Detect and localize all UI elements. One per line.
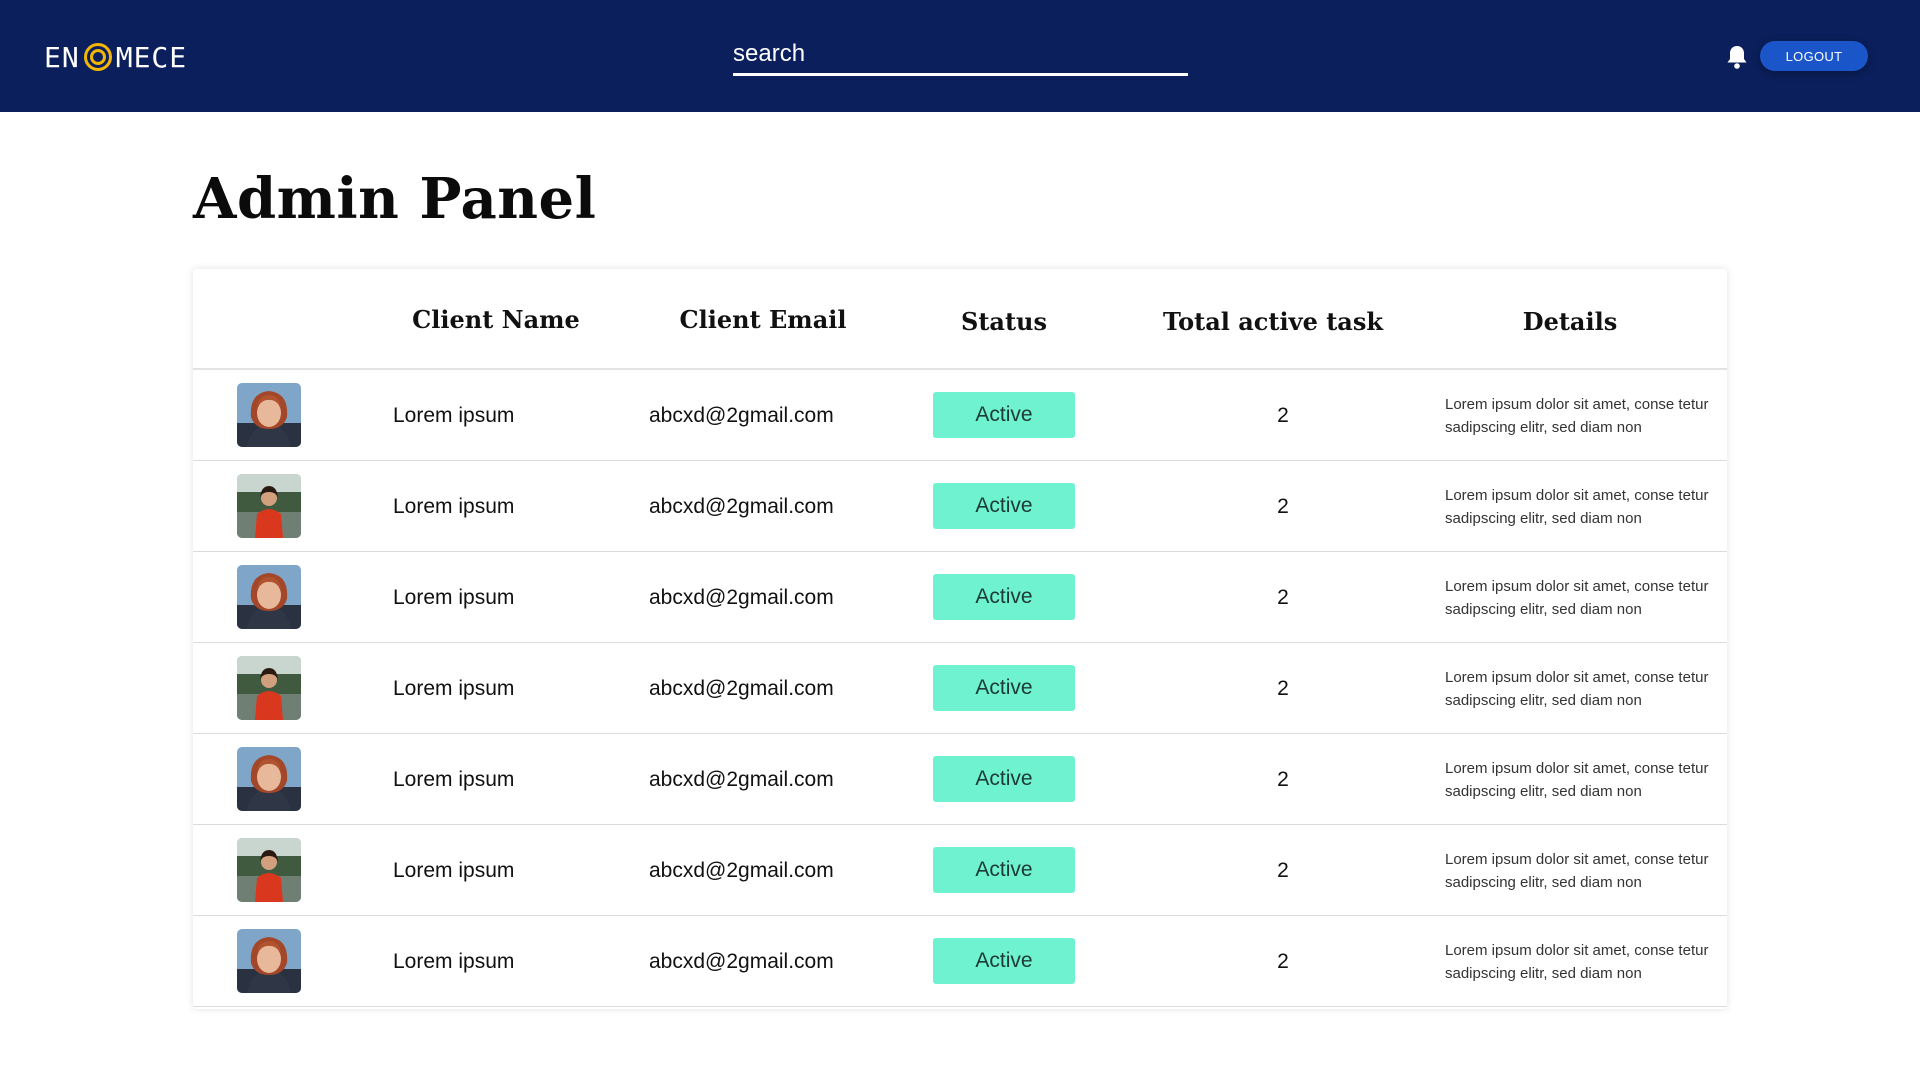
clients-table: Client Name Client Email Status Total ac… bbox=[193, 269, 1727, 1009]
client-details: Lorem ipsum dolor sit amet, conse tetur … bbox=[1445, 759, 1709, 800]
brand-logo[interactable]: EN MECE bbox=[44, 40, 187, 74]
logout-button[interactable]: LOGOUT bbox=[1760, 41, 1868, 71]
status-badge: Active bbox=[933, 392, 1075, 438]
client-details: Lorem ipsum dolor sit amet, conse tetur … bbox=[1445, 941, 1709, 982]
table-row[interactable]: Lorem ipsum abcxd@2gmail.com Active 2 Lorem … bbox=[193, 734, 1727, 825]
client-avatar[interactable] bbox=[237, 747, 301, 811]
logo-text-right: MECE bbox=[115, 40, 188, 74]
table-header: Client Name Client Email Status Total ac… bbox=[193, 269, 1727, 370]
total-active-task-count: 2 bbox=[1277, 494, 1289, 518]
top-navigation-bar: EN MECE LOGOUT bbox=[0, 0, 1920, 112]
total-active-task-count: 2 bbox=[1277, 949, 1289, 973]
client-avatar[interactable] bbox=[237, 929, 301, 993]
column-header-client-email: Client Email bbox=[679, 305, 847, 334]
client-details: Lorem ipsum dolor sit amet, conse tetur … bbox=[1445, 486, 1709, 527]
status-badge: Active bbox=[933, 574, 1075, 620]
total-active-task-count: 2 bbox=[1277, 767, 1289, 791]
client-avatar[interactable] bbox=[237, 565, 301, 629]
column-header-total-active-task: Total active task bbox=[1163, 307, 1383, 336]
client-email[interactable]: abcxd@2gmail.com bbox=[649, 370, 834, 461]
search-input[interactable] bbox=[733, 39, 1188, 73]
search-bar bbox=[733, 38, 1188, 76]
client-details: Lorem ipsum dolor sit amet, conse tetur … bbox=[1445, 850, 1709, 891]
bell-icon[interactable] bbox=[1724, 42, 1750, 72]
client-avatar[interactable] bbox=[237, 383, 301, 447]
client-avatar[interactable] bbox=[237, 474, 301, 538]
table-row[interactable]: Lorem ipsum abcxd@2gmail.com Active 2 Lorem … bbox=[193, 370, 1727, 461]
logo-target-icon bbox=[83, 43, 112, 71]
table-row[interactable]: Lorem ipsum abcxd@2gmail.com Active 2 Lorem … bbox=[193, 461, 1727, 552]
total-active-task-count: 2 bbox=[1277, 585, 1289, 609]
total-active-task-count: 2 bbox=[1277, 858, 1289, 882]
column-header-client-name: Client Name bbox=[412, 305, 580, 334]
client-details: Lorem ipsum dolor sit amet, conse tetur … bbox=[1445, 668, 1709, 709]
client-details: Lorem ipsum dolor sit amet, conse tetur … bbox=[1445, 577, 1709, 618]
client-name: Lorem ipsum bbox=[393, 767, 515, 791]
client-name: Lorem ipsum bbox=[393, 858, 515, 882]
status-badge: Active bbox=[933, 847, 1075, 893]
client-avatar[interactable] bbox=[237, 656, 301, 720]
client-email[interactable]: abcxd@2gmail.com bbox=[649, 643, 834, 734]
status-badge: Active bbox=[933, 756, 1075, 802]
page-title: Admin Panel bbox=[193, 166, 597, 232]
client-name: Lorem ipsum bbox=[393, 403, 515, 427]
client-email[interactable]: abcxd@2gmail.com bbox=[649, 461, 834, 552]
client-email[interactable]: abcxd@2gmail.com bbox=[649, 552, 834, 643]
client-name: Lorem ipsum bbox=[393, 949, 515, 973]
column-header-status: Status bbox=[960, 307, 1047, 336]
total-active-task-count: 2 bbox=[1277, 403, 1289, 427]
table-row[interactable]: Lorem ipsum abcxd@2gmail.com Active 2 Lorem … bbox=[193, 552, 1727, 643]
client-details: Lorem ipsum dolor sit amet, conse tetur … bbox=[1445, 395, 1709, 436]
table-row[interactable]: Lorem ipsum abcxd@2gmail.com Active 2 Lorem … bbox=[193, 916, 1727, 1007]
client-email[interactable]: abcxd@2gmail.com bbox=[649, 825, 834, 916]
client-avatar[interactable] bbox=[237, 838, 301, 902]
client-email[interactable]: abcxd@2gmail.com bbox=[649, 916, 834, 1007]
total-active-task-count: 2 bbox=[1277, 676, 1289, 700]
client-email[interactable]: abcxd@2gmail.com bbox=[649, 734, 834, 825]
client-name: Lorem ipsum bbox=[393, 585, 515, 609]
table-row[interactable]: Lorem ipsum abcxd@2gmail.com Active 2 Lorem … bbox=[193, 825, 1727, 916]
client-name: Lorem ipsum bbox=[393, 676, 515, 700]
logo-text-left: EN bbox=[44, 40, 80, 74]
table-row[interactable]: Lorem ipsum abcxd@2gmail.com Active 2 Lorem … bbox=[193, 643, 1727, 734]
status-badge: Active bbox=[933, 483, 1075, 529]
status-badge: Active bbox=[933, 665, 1075, 711]
status-badge: Active bbox=[933, 938, 1075, 984]
column-header-details: Details bbox=[1522, 307, 1618, 336]
client-name: Lorem ipsum bbox=[393, 494, 515, 518]
